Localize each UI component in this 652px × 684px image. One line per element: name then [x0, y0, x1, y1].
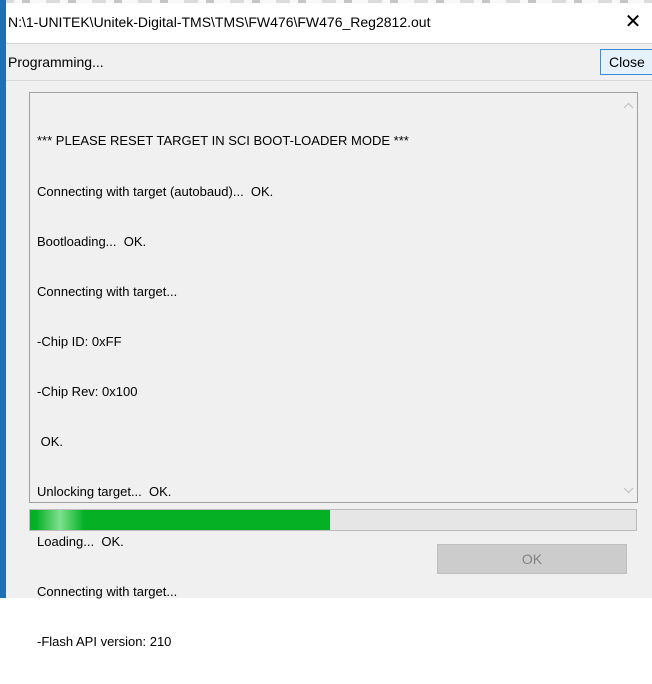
log-line: Connecting with target...: [37, 584, 178, 600]
log-line: -Chip ID: 0xFF: [37, 333, 122, 349]
log-line: Connecting with target...: [37, 283, 178, 299]
window-title: N:\1-UNITEK\Unitek-Digital-TMS\TMS\FW476…: [8, 14, 431, 30]
chevron-down-icon[interactable]: [620, 483, 637, 500]
chevron-up-icon[interactable]: [620, 98, 637, 115]
window-left-border: [0, 0, 6, 598]
log-line: Unlocking target... OK.: [37, 484, 172, 500]
close-button[interactable]: Close: [600, 49, 652, 75]
log-line: -Chip Rev: 0x100: [37, 383, 138, 399]
log-lines: *** PLEASE RESET TARGET IN SCI BOOT-LOAD…: [37, 100, 607, 684]
log-output[interactable]: *** PLEASE RESET TARGET IN SCI BOOT-LOAD…: [29, 92, 638, 649]
log-line: -Flash API version: 210: [37, 634, 172, 650]
ok-button[interactable]: OK: [437, 544, 627, 574]
log-line: Connecting with target (autobaud)... OK.: [37, 183, 274, 199]
close-icon[interactable]: ✕: [622, 11, 644, 33]
progress-bar: [29, 509, 637, 531]
toolbar-divider: [6, 80, 652, 81]
programming-window: N:\1-UNITEK\Unitek-Digital-TMS\TMS\FW476…: [0, 0, 652, 649]
status-text: Programming...: [8, 54, 104, 70]
log-line: OK.: [37, 433, 64, 449]
status-toolbar: Programming... Close: [6, 44, 652, 80]
log-line: Bootloading... OK.: [37, 233, 147, 249]
log-line: *** PLEASE RESET TARGET IN SCI BOOT-LOAD…: [37, 133, 409, 149]
vertical-scrollbar[interactable]: [620, 93, 637, 502]
progress-fill: [30, 510, 330, 530]
title-bar[interactable]: N:\1-UNITEK\Unitek-Digital-TMS\TMS\FW476…: [6, 3, 652, 43]
